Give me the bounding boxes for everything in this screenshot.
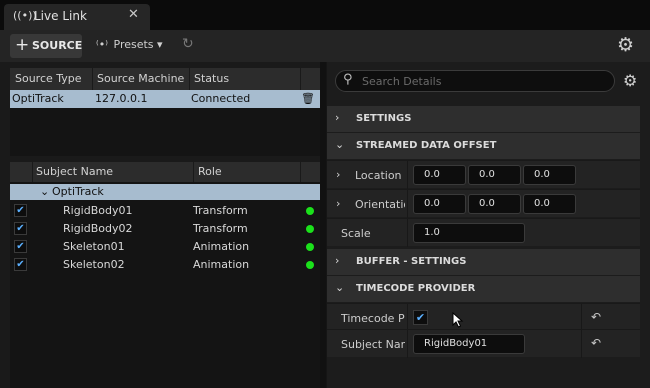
column-header[interactable]: Source Type bbox=[15, 72, 82, 85]
property-label: Orientation bbox=[355, 198, 405, 211]
chevron-down-icon: ▾ bbox=[157, 38, 163, 51]
column-header[interactable]: Role bbox=[198, 165, 222, 178]
plus-icon: + bbox=[15, 35, 30, 55]
table-row[interactable]: ✔ Skeleton01 Animation bbox=[10, 238, 320, 256]
subject-enabled-checkbox[interactable]: ✔ bbox=[14, 204, 27, 217]
table-row[interactable]: ✔ RigidBody02 Transform bbox=[10, 220, 320, 238]
source-status: Connected bbox=[191, 92, 251, 105]
subject-group-row[interactable]: ⌄ OptiTrack bbox=[10, 184, 320, 200]
chevron-right-icon[interactable]: › bbox=[336, 168, 340, 181]
status-indicator bbox=[306, 207, 314, 215]
subject-enabled-checkbox[interactable]: ✔ bbox=[14, 258, 27, 271]
category-title: BUFFER - SETTINGS bbox=[356, 256, 467, 267]
category-streamed-data-offset[interactable]: ⌄ STREAMED DATA OFFSET bbox=[327, 133, 641, 159]
location-z-field[interactable]: 0.0 bbox=[523, 165, 576, 185]
tab-live-link[interactable]: ((•)) Live Link ✕ bbox=[4, 4, 150, 30]
subject-name: Skeleton02 bbox=[63, 258, 125, 271]
category-title: SETTINGS bbox=[356, 113, 412, 124]
details-scrollbar[interactable] bbox=[640, 100, 650, 388]
category-title: STREAMED DATA OFFSET bbox=[356, 140, 497, 151]
subject-role: Animation bbox=[193, 258, 250, 271]
category-settings[interactable]: › SETTINGS bbox=[327, 106, 641, 132]
revert-icon[interactable]: ↻ bbox=[182, 36, 194, 52]
category-timecode-provider[interactable]: ⌄ TIMECODE PROVIDER bbox=[327, 276, 641, 302]
chevron-down-icon[interactable]: ⌄ bbox=[40, 185, 49, 198]
subject-role: Animation bbox=[193, 240, 250, 253]
search-input[interactable] bbox=[362, 73, 602, 89]
status-indicator bbox=[306, 225, 314, 233]
chevron-down-icon: ⌄ bbox=[335, 281, 345, 294]
property-row-timecode-provider: Timecode Pro ✔ ↶ bbox=[327, 303, 641, 332]
location-y-field[interactable]: 0.0 bbox=[468, 165, 521, 185]
subject-enabled-checkbox[interactable]: ✔ bbox=[14, 240, 27, 253]
source-table: Source Type Source Machine Status OptiTr… bbox=[10, 68, 320, 156]
property-label: Timecode Pro bbox=[341, 312, 405, 325]
subject-name: Skeleton01 bbox=[63, 240, 125, 253]
chevron-right-icon: › bbox=[335, 254, 340, 267]
location-x-field[interactable]: 0.0 bbox=[413, 165, 466, 185]
column-header[interactable]: Source Machine bbox=[97, 72, 184, 85]
reset-to-default-icon[interactable]: ↶ bbox=[591, 336, 601, 350]
property-row-subject-name: Subject Name RigidBody01 ↶ bbox=[327, 329, 641, 358]
subject-name: RigidBody02 bbox=[63, 222, 133, 235]
property-row-orientation: › Orientation 0.0 0.0 0.0 bbox=[327, 189, 641, 218]
settings-gear-icon[interactable]: ⚙ bbox=[623, 71, 637, 90]
subject-name-field[interactable]: RigidBody01 bbox=[413, 334, 525, 354]
source-machine: 127.0.0.1 bbox=[95, 92, 148, 105]
search-box[interactable]: ⚲ bbox=[335, 70, 615, 92]
left-panel: Source Type Source Machine Status OptiTr… bbox=[0, 62, 326, 388]
subject-name: RigidBody01 bbox=[63, 204, 133, 217]
settings-gear-icon[interactable]: ⚙ bbox=[617, 34, 634, 56]
reset-to-default-icon[interactable]: ↶ bbox=[591, 310, 601, 324]
chevron-right-icon[interactable]: › bbox=[336, 197, 340, 210]
details-panel: ⚲ ⚙ › SETTINGS ⌄ STREAMED DATA OFFSET › … bbox=[327, 62, 650, 388]
add-source-label: SOURCE bbox=[32, 39, 83, 52]
status-indicator bbox=[306, 243, 314, 251]
orientation-y-field[interactable]: 0.0 bbox=[468, 194, 521, 214]
property-row-scale: Scale 1.0 bbox=[327, 218, 641, 247]
subject-group-label: OptiTrack bbox=[52, 185, 104, 198]
property-label: Subject Name bbox=[341, 338, 405, 351]
subject-role: Transform bbox=[193, 204, 248, 217]
live-link-icon: ⁽•⁾ bbox=[96, 38, 108, 51]
toolbar: + SOURCE ⁽•⁾ Presets ▾ ↻ ⚙ bbox=[0, 30, 650, 62]
subject-table-header: Subject Name Role bbox=[10, 162, 320, 182]
category-title: TIMECODE PROVIDER bbox=[356, 283, 476, 294]
table-row[interactable]: ✔ Skeleton02 Animation bbox=[10, 256, 320, 274]
column-header[interactable]: Status bbox=[194, 72, 229, 85]
search-icon: ⚲ bbox=[343, 72, 353, 87]
chevron-down-icon: ⌄ bbox=[335, 138, 345, 151]
scale-field[interactable]: 1.0 bbox=[413, 223, 525, 243]
chevron-right-icon: › bbox=[335, 111, 340, 124]
category-buffer-settings[interactable]: › BUFFER - SETTINGS bbox=[327, 249, 641, 275]
subject-role: Transform bbox=[193, 222, 248, 235]
property-label: Scale bbox=[341, 227, 371, 240]
source-type: OptiTrack bbox=[12, 92, 64, 105]
live-link-icon: ((•)) bbox=[13, 9, 37, 22]
table-row[interactable]: ✔ RigidBody01 Transform bbox=[10, 202, 320, 220]
column-header[interactable]: Subject Name bbox=[36, 165, 113, 178]
source-row[interactable]: OptiTrack 127.0.0.1 Connected 🗑 bbox=[10, 90, 320, 108]
presets-button[interactable]: ⁽•⁾ Presets ▾ bbox=[96, 38, 163, 51]
tab-bar: ((•)) Live Link ✕ bbox=[0, 0, 650, 30]
property-row-location: › Location 0.0 0.0 0.0 bbox=[327, 160, 641, 189]
orientation-x-field[interactable]: 0.0 bbox=[413, 194, 466, 214]
mouse-cursor-icon bbox=[452, 312, 464, 328]
source-table-header: Source Type Source Machine Status bbox=[10, 68, 320, 90]
status-indicator bbox=[306, 261, 314, 269]
subject-table: Subject Name Role ⌄ OptiTrack ✔ RigidBod… bbox=[10, 162, 320, 388]
subject-enabled-checkbox[interactable]: ✔ bbox=[14, 222, 27, 235]
orientation-z-field[interactable]: 0.0 bbox=[523, 194, 576, 214]
close-icon[interactable]: ✕ bbox=[128, 7, 139, 22]
timecode-provider-checkbox[interactable]: ✔ bbox=[413, 310, 428, 325]
panel-splitter[interactable] bbox=[320, 62, 326, 388]
add-source-button[interactable]: + SOURCE bbox=[10, 34, 82, 58]
trash-icon[interactable]: 🗑 bbox=[301, 92, 315, 105]
tab-title: Live Link bbox=[34, 9, 87, 23]
presets-label: Presets bbox=[113, 38, 154, 51]
property-label: Location bbox=[355, 169, 402, 182]
